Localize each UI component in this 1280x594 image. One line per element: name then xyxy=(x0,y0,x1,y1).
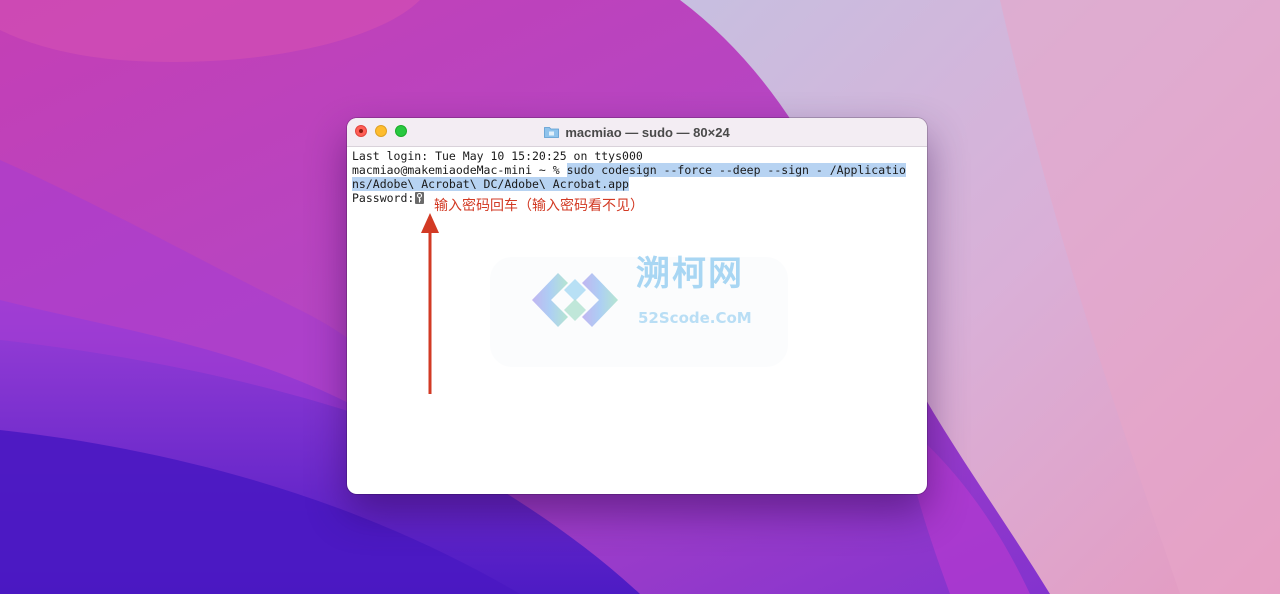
terminal-window[interactable]: macmiao — sudo — 80×24 Last login: Tue M… xyxy=(347,118,927,494)
command-line-continued: ns/Adobe\ Acrobat\ DC/Adobe\ Acrobat.app xyxy=(352,177,629,192)
folder-icon xyxy=(544,127,560,138)
password-prompt: Password: xyxy=(352,191,415,205)
up-arrow-icon xyxy=(421,213,439,394)
window-title-group: macmiao — sudo — 80×24 xyxy=(347,118,927,146)
command-line: macmiao@makemiaodeMac-mini ~ % sudo code… xyxy=(352,163,906,178)
password-line: Password: xyxy=(352,191,425,206)
key-cursor-icon xyxy=(415,192,425,204)
terminal-content[interactable]: Last login: Tue May 10 15:20:25 on ttys0… xyxy=(347,147,927,494)
watermark-logo-icon xyxy=(532,273,618,327)
shell-prompt: macmiao@makemiaodeMac-mini ~ % xyxy=(352,163,567,177)
last-login-line: Last login: Tue May 10 15:20:25 on ttys0… xyxy=(352,149,643,163)
watermark-en-text: 52Scode.CoM xyxy=(638,309,752,327)
selected-command-part1[interactable]: sudo codesign --force --deep --sign - /A… xyxy=(566,163,906,177)
selected-command-part2[interactable]: ns/Adobe\ Acrobat\ DC/Adobe\ Acrobat.app xyxy=(352,177,629,191)
watermark-cn-text: 溯柯网 xyxy=(636,254,744,294)
annotation-text: 输入密码回车（输入密码看不见） xyxy=(434,198,644,214)
window-title: macmiao — sudo — 80×24 xyxy=(565,124,730,140)
title-bar[interactable]: macmiao — sudo — 80×24 xyxy=(347,118,927,147)
watermark: 溯柯网 52Scode.CoM xyxy=(490,257,788,367)
